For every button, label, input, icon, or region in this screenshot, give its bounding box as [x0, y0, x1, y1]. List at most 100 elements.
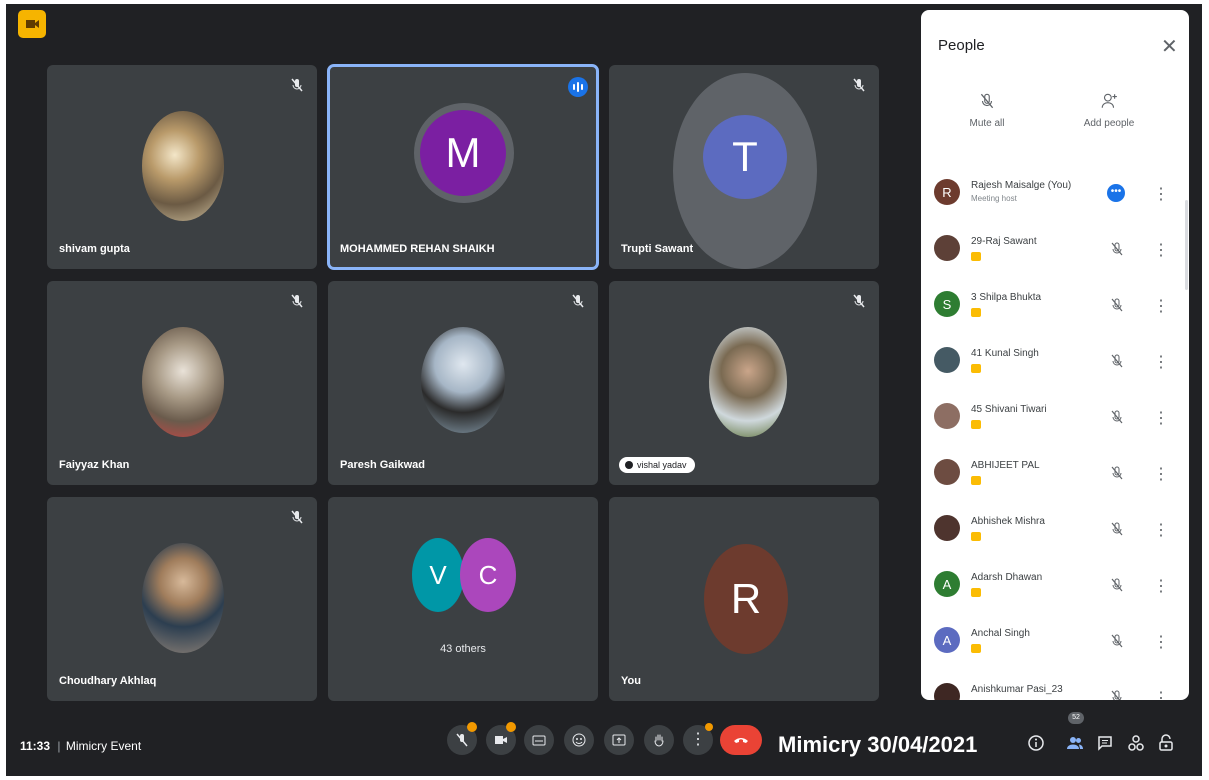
- avatar-letter: T: [732, 133, 758, 180]
- mic-off-icon[interactable]: [1109, 353, 1125, 369]
- meeting-separator: |: [57, 739, 61, 753]
- app-logo: [18, 10, 46, 38]
- more-vert-icon[interactable]: ⋮: [1153, 184, 1169, 204]
- raise-hand-button[interactable]: [644, 725, 674, 755]
- bottom-bar: 11:33 | Mimicry Event ⋮ Mimicry 30/04/20…: [6, 708, 1202, 776]
- warning-badge: [467, 722, 477, 732]
- participant-row[interactable]: Anishkumar Pasi_23 ⋮: [921, 680, 1189, 700]
- device-badge-icon: [971, 364, 981, 373]
- present-button[interactable]: [604, 725, 634, 755]
- panel-title: People: [938, 37, 985, 54]
- add-person-icon: [1101, 93, 1117, 108]
- more-vert-icon[interactable]: ⋮: [1153, 464, 1169, 484]
- participant-name: Anishkumar Pasi_23: [971, 684, 1063, 695]
- mic-off-icon[interactable]: [1109, 409, 1125, 425]
- mic-off-icon[interactable]: [1109, 577, 1125, 593]
- chat-icon[interactable]: [1096, 734, 1114, 752]
- others-count: 43 others: [440, 643, 486, 655]
- participant-tile[interactable]: vishal yadav: [609, 281, 879, 485]
- meeting-name: Mimicry Event: [65, 739, 142, 753]
- mic-off-icon: [291, 294, 303, 308]
- mic-off-icon[interactable]: [1109, 689, 1125, 700]
- emoji-icon: [572, 733, 586, 747]
- participant-name-chip: vishal yadav: [619, 457, 695, 473]
- more-vert-icon[interactable]: ⋮: [1153, 632, 1169, 652]
- participant-avatar: [934, 683, 960, 700]
- participant-row[interactable]: 29-Raj Sawant ⋮: [921, 232, 1189, 282]
- participant-name: Faiyyaz Khan: [59, 459, 130, 471]
- speaking-indicator-icon: [568, 77, 588, 97]
- participant-name: 41 Kunal Singh: [971, 348, 1039, 359]
- more-vert-icon[interactable]: ⋮: [1153, 296, 1169, 316]
- mic-off-icon: [980, 93, 994, 109]
- participant-row[interactable]: ABHIJEET PAL ⋮: [921, 456, 1189, 506]
- participant-photo: [142, 543, 224, 653]
- participant-avatar: A: [934, 571, 960, 597]
- participant-tile[interactable]: shivam gupta: [47, 65, 317, 269]
- participant-photo: [709, 327, 787, 437]
- hand-icon: [654, 734, 664, 747]
- participant-row[interactable]: 41 Kunal Singh ⋮: [921, 344, 1189, 394]
- participant-name: Choudhary Akhlaq: [59, 675, 157, 687]
- participant-tile[interactable]: Choudhary Akhlaq: [47, 497, 317, 701]
- participant-name: 45 Shivani Tiwari: [971, 404, 1047, 415]
- info-icon[interactable]: [1027, 734, 1045, 752]
- captions-icon: [532, 735, 546, 746]
- people-icon[interactable]: [1066, 734, 1084, 752]
- emoji-button[interactable]: [564, 725, 594, 755]
- meeting-time: 11:33: [20, 739, 51, 753]
- overlay-caption: Mimicry 30/04/2021: [778, 732, 978, 757]
- participant-row[interactable]: A Adarsh Dhawan ⋮: [921, 568, 1189, 618]
- mic-off-icon[interactable]: [1109, 521, 1125, 537]
- device-badge-icon: [971, 644, 981, 653]
- participant-name: Anchal Singh: [971, 628, 1030, 639]
- activities-icon[interactable]: [1127, 734, 1145, 752]
- participant-name: vishal yadav: [637, 460, 687, 470]
- more-vert-icon[interactable]: ⋮: [1153, 688, 1169, 700]
- participant-avatar: [934, 515, 960, 541]
- more-vert-icon[interactable]: ⋮: [1153, 240, 1169, 260]
- close-icon[interactable]: ✕: [1161, 34, 1178, 59]
- add-people-button[interactable]: Add people: [1069, 92, 1149, 129]
- mic-off-icon[interactable]: [1109, 297, 1125, 313]
- participant-row[interactable]: R Rajesh Maisalge (You) Meeting host ••• ⋮: [921, 176, 1189, 226]
- more-vert-icon: ⋮: [690, 731, 706, 748]
- more-vert-icon[interactable]: ⋮: [1153, 520, 1169, 540]
- host-controls-icon[interactable]: [1157, 734, 1175, 752]
- participant-tile[interactable]: Faiyyaz Khan: [47, 281, 317, 485]
- others-tile[interactable]: V C 43 others: [328, 497, 598, 701]
- more-vert-icon[interactable]: ⋮: [1153, 352, 1169, 372]
- mic-off-icon[interactable]: [1109, 633, 1125, 649]
- speaking-indicator-icon: •••: [1107, 184, 1125, 202]
- participant-row[interactable]: Abhishek Mishra ⋮: [921, 512, 1189, 562]
- captions-button[interactable]: [524, 725, 554, 755]
- participant-row[interactable]: 45 Shivani Tiwari ⋮: [921, 400, 1189, 450]
- person-icon: [625, 461, 633, 469]
- participant-row[interactable]: S 3 Shilpa Bhukta ⋮: [921, 288, 1189, 338]
- camera-button[interactable]: [486, 722, 516, 755]
- self-tile[interactable]: R You: [609, 497, 879, 701]
- participant-name: 29-Raj Sawant: [971, 236, 1037, 247]
- mic-off-icon[interactable]: [1109, 241, 1125, 257]
- participant-avatar: [934, 347, 960, 373]
- more-vert-icon[interactable]: ⋮: [1153, 408, 1169, 428]
- mic-off-icon: [456, 733, 468, 747]
- participant-tile[interactable]: T Trupti Sawant: [609, 65, 879, 269]
- phone-hangup-icon: [734, 738, 748, 743]
- participant-row[interactable]: A Anchal Singh ⋮: [921, 624, 1189, 674]
- mic-off-icon: [853, 78, 865, 92]
- more-vert-icon[interactable]: ⋮: [1153, 576, 1169, 596]
- participant-name: Rajesh Maisalge (You): [971, 180, 1072, 191]
- more-options-button[interactable]: ⋮: [683, 723, 713, 755]
- microphone-button[interactable]: [447, 722, 477, 755]
- participant-name: 3 Shilpa Bhukta: [971, 292, 1042, 303]
- avatar-letter: C: [478, 559, 498, 590]
- mic-off-icon[interactable]: [1109, 465, 1125, 481]
- others-avatar-v: V: [412, 538, 464, 612]
- mute-all-button[interactable]: Mute all: [947, 92, 1027, 129]
- mic-off-icon: [291, 510, 303, 524]
- participant-tile-speaking[interactable]: M MOHAMMED REHAN SHAIKH: [327, 64, 599, 270]
- participant-tile[interactable]: Paresh Gaikwad: [328, 281, 598, 485]
- leave-call-button[interactable]: [720, 725, 762, 755]
- participant-avatar: A: [934, 627, 960, 653]
